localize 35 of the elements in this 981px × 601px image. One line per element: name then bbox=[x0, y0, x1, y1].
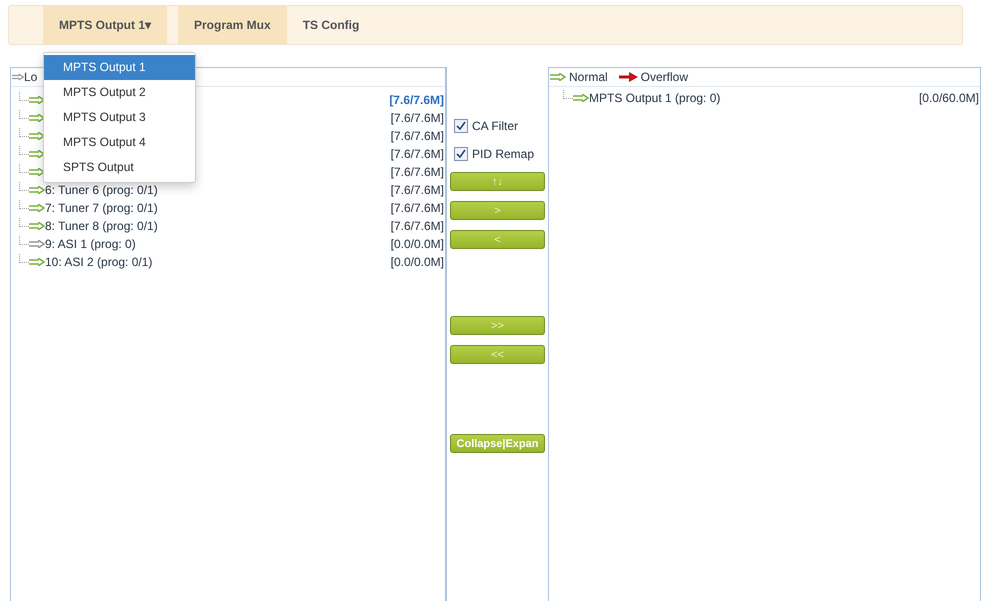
rate-text: [7.6/7.6M] bbox=[389, 92, 445, 109]
tree-item[interactable]: 8: Tuner 8 (prog: 0/1) bbox=[45, 217, 158, 235]
menu-item[interactable]: MPTS Output 3 bbox=[44, 105, 195, 130]
tree-item[interactable]: 6: Tuner 6 (prog: 0/1) bbox=[45, 181, 158, 199]
rate-text: [7.6/7.6M] bbox=[390, 200, 445, 217]
rate-text: [7.6/7.6M] bbox=[390, 146, 445, 163]
menu-item[interactable]: MPTS Output 4 bbox=[44, 130, 195, 155]
tree-item[interactable]: 9: ASI 1 (prog: 0) bbox=[45, 235, 136, 253]
tree-item[interactable]: MPTS Output 1 (prog: 0) bbox=[589, 89, 720, 107]
tree-item[interactable]: 7: Tuner 7 (prog: 0/1) bbox=[45, 199, 158, 217]
checkbox[interactable] bbox=[454, 119, 468, 133]
rate-text: [7.6/7.6M] bbox=[390, 110, 445, 127]
overflow-arrow-icon bbox=[618, 72, 638, 82]
checkbox-label: CA Filter bbox=[472, 118, 518, 135]
panel-header: Lo bbox=[24, 69, 38, 86]
checkbox[interactable] bbox=[454, 147, 468, 161]
menu-item[interactable]: MPTS Output 1 bbox=[44, 55, 195, 80]
rate-text: [0.0/0.0M] bbox=[390, 236, 445, 253]
rate-text: [7.6/7.6M] bbox=[390, 218, 445, 235]
arrow-icon bbox=[550, 73, 566, 81]
tree-item[interactable]: 10: ASI 2 (prog: 0/1) bbox=[45, 253, 152, 271]
legend-label: Overflow bbox=[640, 69, 688, 86]
legend-label: Normal bbox=[569, 69, 608, 86]
menu-item[interactable]: SPTS Output bbox=[44, 155, 195, 180]
rate-text: [0.0/0.0M] bbox=[390, 254, 445, 271]
rate-text: [7.6/7.6M] bbox=[390, 182, 445, 199]
arrow-icon bbox=[12, 73, 24, 81]
rate-text: [7.6/7.6M] bbox=[390, 164, 445, 181]
menu-item[interactable]: MPTS Output 2 bbox=[44, 80, 195, 105]
rate-text: [7.6/7.6M] bbox=[390, 128, 445, 145]
checkbox-label: PID Remap bbox=[472, 146, 534, 163]
dropdown-tab[interactable]: MPTS Output 1▾ bbox=[43, 6, 167, 44]
rate-text: [0.0/60.0M] bbox=[918, 90, 980, 107]
nav-tab[interactable]: TS Config bbox=[286, 6, 376, 44]
nav-tab[interactable]: Program Mux bbox=[178, 6, 287, 44]
